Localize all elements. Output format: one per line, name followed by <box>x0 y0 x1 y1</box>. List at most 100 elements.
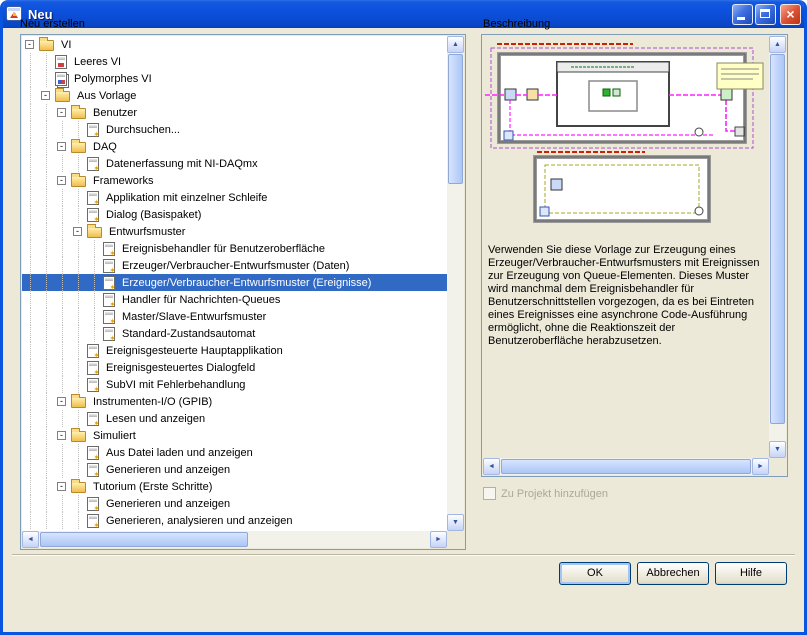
tree-collapse-toggle[interactable]: - <box>41 91 50 100</box>
tree-collapse-toggle[interactable]: - <box>25 40 34 49</box>
tree-vertical-scrollbar[interactable]: ▲ ▼ <box>447 36 464 531</box>
description-vertical-scrollbar[interactable]: ▲ ▼ <box>769 36 786 458</box>
scroll-thumb[interactable] <box>40 532 248 547</box>
tree-item[interactable]: Applikation mit einzelner Schleife <box>22 189 447 207</box>
folder-icon <box>71 173 86 187</box>
tree-guide-line <box>22 121 38 138</box>
vi-template-icon <box>87 496 100 513</box>
tree-item[interactable]: Standard-Zustandsautomat <box>22 325 447 343</box>
tree-guide-line <box>54 342 70 359</box>
maximize-button[interactable] <box>755 3 776 25</box>
folder-icon <box>71 139 86 153</box>
tree-item[interactable]: Ereignisgesteuertes Dialogfeld <box>22 359 447 377</box>
description-panel: Verwenden Sie diese Vorlage zur Erzeugun… <box>481 34 788 477</box>
description-horizontal-scrollbar[interactable]: ◄ ► <box>483 458 769 475</box>
tree-item[interactable]: Generieren und anzeigen <box>22 495 447 513</box>
tree-guide-line <box>38 121 54 138</box>
scroll-down-button[interactable]: ▼ <box>447 514 464 531</box>
tree-collapse-toggle[interactable]: - <box>57 108 66 117</box>
scroll-thumb[interactable] <box>448 54 463 184</box>
tree-horizontal-scrollbar[interactable]: ◄ ► <box>22 531 447 548</box>
tree-guide-line <box>70 155 86 172</box>
cancel-button[interactable]: Abbrechen <box>637 562 709 585</box>
tree-guide-line <box>38 53 54 70</box>
tree-item[interactable]: - VI <box>22 36 447 53</box>
tree-guide-line <box>70 291 86 308</box>
tree-guide-line <box>22 240 38 257</box>
tree-guide-line <box>86 257 102 274</box>
tree-item[interactable]: - Tutorium (Erste Schritte) <box>22 478 447 495</box>
tree-item[interactable]: Generieren, analysieren und anzeigen <box>22 512 447 530</box>
tree-guide-line <box>22 393 38 410</box>
tree-item[interactable]: Generieren und anzeigen <box>22 461 447 479</box>
scroll-thumb[interactable] <box>501 459 751 474</box>
vi-template-icon <box>87 190 100 207</box>
tree-guide-line <box>70 308 86 325</box>
tree-item-label: Erzeuger/Verbraucher-Entwurfsmuster (Ere… <box>122 276 372 289</box>
tree-item[interactable]: Lesen und anzeigen <box>22 410 447 428</box>
title-bar[interactable]: Neu × <box>3 0 804 28</box>
tree-item-label: Ereignisgesteuertes Dialogfeld <box>106 361 256 374</box>
tree-item[interactable]: SubVI mit Fehlerbehandlung <box>22 376 447 394</box>
folder-icon <box>71 394 86 408</box>
scroll-right-button[interactable]: ► <box>752 458 769 475</box>
tree-item[interactable]: Datenerfassung mit NI-DAQmx <box>22 155 447 173</box>
tree-item-label: Ereignisbehandler für Benutzeroberfläche <box>122 242 326 255</box>
tree-item[interactable]: Polymorphes VI <box>22 70 447 87</box>
tree-item[interactable]: Leeres VI <box>22 53 447 70</box>
tree-item[interactable]: Durchsuchen... <box>22 121 447 139</box>
tree-collapse-toggle[interactable]: - <box>73 227 82 236</box>
tree-item[interactable]: Erzeuger/Verbraucher-Entwurfsmuster (Dat… <box>22 257 447 275</box>
scroll-down-button[interactable]: ▼ <box>769 441 786 458</box>
tree-guide-line <box>86 325 102 342</box>
close-icon: × <box>786 5 795 22</box>
tree-item-label: Leeres VI <box>74 55 122 68</box>
vi-template-icon <box>103 292 116 309</box>
tree-guide-line <box>70 461 86 478</box>
tree-guide-line <box>86 291 102 308</box>
tree-collapse-toggle[interactable]: - <box>57 142 66 151</box>
add-to-project-checkbox[interactable]: Zu Projekt hinzufügen <box>483 487 608 500</box>
vi-template-icon <box>103 241 116 258</box>
tree-item[interactable]: - Frameworks <box>22 172 447 189</box>
tree-guide-line <box>54 240 70 257</box>
tree-collapse-toggle[interactable]: - <box>57 431 66 440</box>
tree-item[interactable]: Aus Datei laden und anzeigen <box>22 444 447 462</box>
help-button[interactable]: Hilfe <box>715 562 787 585</box>
tree-item[interactable]: - Simuliert <box>22 427 447 444</box>
scroll-up-button[interactable]: ▲ <box>447 36 464 53</box>
tree-item[interactable]: Erzeuger/Verbraucher-Entwurfsmuster (Ere… <box>22 274 447 292</box>
ok-button[interactable]: OK <box>559 562 631 585</box>
tree-guide-line <box>70 240 86 257</box>
tree-item[interactable]: Ereignisgesteuerte Hauptapplikation <box>22 342 447 360</box>
tree-item[interactable]: Dialog (Basispaket) <box>22 206 447 224</box>
tree-collapse-toggle[interactable]: - <box>57 397 66 406</box>
tree-item[interactable]: - Benutzer <box>22 104 447 121</box>
tree-collapse-toggle[interactable]: - <box>57 176 66 185</box>
scroll-up-button[interactable]: ▲ <box>769 36 786 53</box>
tree-collapse-toggle[interactable]: - <box>57 482 66 491</box>
tree-guide-line <box>54 223 70 240</box>
scroll-right-button[interactable]: ► <box>430 531 447 548</box>
tree-guide-line <box>38 257 54 274</box>
close-button[interactable]: × <box>780 3 801 25</box>
scroll-thumb[interactable] <box>770 54 785 424</box>
tree-item[interactable]: - Entwurfsmuster <box>22 223 447 240</box>
tree-item-label: Generieren, analysieren und anzeigen <box>106 514 293 527</box>
scroll-left-button[interactable]: ◄ <box>22 531 39 548</box>
tree-guide-line <box>70 342 86 359</box>
tree-guide-line <box>38 376 54 393</box>
tree-item[interactable]: - Instrumenten-I/O (GPIB) <box>22 393 447 410</box>
tree-item[interactable]: - Aus Vorlage <box>22 87 447 104</box>
minimize-button[interactable] <box>732 3 753 25</box>
tree-item[interactable]: Ereignisbehandler für Benutzeroberfläche <box>22 240 447 258</box>
tree-item[interactable]: Master/Slave-Entwurfsmuster <box>22 308 447 326</box>
tree-guide-line <box>70 376 86 393</box>
maximize-icon <box>760 8 770 18</box>
tree-item[interactable]: Handler für Nachrichten-Queues <box>22 291 447 309</box>
footer-divider <box>12 554 795 556</box>
scroll-left-button[interactable]: ◄ <box>483 458 500 475</box>
minimize-icon <box>737 16 745 20</box>
tree-guide-line <box>70 189 86 206</box>
tree-item[interactable]: - DAQ <box>22 138 447 155</box>
